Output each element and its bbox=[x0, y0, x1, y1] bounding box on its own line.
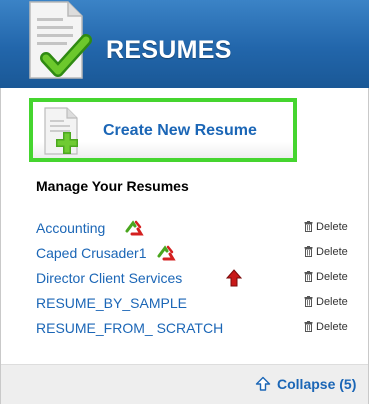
trash-icon bbox=[304, 246, 313, 260]
resume-document-checkmark-icon bbox=[24, 0, 102, 89]
create-new-resume-button[interactable]: Create New Resume bbox=[29, 98, 297, 162]
trash-icon bbox=[304, 221, 313, 235]
panel-footer: Collapse (5) bbox=[1, 364, 368, 404]
resume-link-resume-from-scratch[interactable]: RESUME_FROM_ SCRATCH bbox=[36, 320, 223, 336]
resumes-panel: Create New Resume Manage Your Resumes Ac… bbox=[0, 88, 369, 404]
trash-icon bbox=[304, 321, 313, 335]
page-title: RESUMES bbox=[106, 36, 232, 64]
delete-label: Delete bbox=[316, 246, 348, 258]
document-plus-icon bbox=[39, 106, 89, 161]
delete-button[interactable]: Delete bbox=[304, 321, 348, 335]
resume-row: Director Client Services Delete bbox=[36, 269, 358, 292]
create-new-resume-label: Create New Resume bbox=[103, 122, 257, 139]
recycle-arrows-icon bbox=[156, 244, 176, 267]
manage-resumes-heading: Manage Your Resumes bbox=[36, 178, 189, 194]
delete-label: Delete bbox=[316, 271, 348, 283]
delete-button[interactable]: Delete bbox=[304, 296, 348, 310]
delete-button[interactable]: Delete bbox=[304, 271, 348, 285]
trash-icon bbox=[304, 271, 313, 285]
delete-label: Delete bbox=[316, 296, 348, 308]
delete-button[interactable]: Delete bbox=[304, 221, 348, 235]
resume-row: Accounting Delete bbox=[36, 220, 358, 240]
resume-link-accounting[interactable]: Accounting bbox=[36, 220, 105, 236]
collapse-label: Collapse (5) bbox=[277, 376, 357, 392]
trash-icon bbox=[304, 296, 313, 310]
delete-button[interactable]: Delete bbox=[304, 246, 348, 260]
resume-link-resume-by-sample[interactable]: RESUME_BY_SAMPLE bbox=[36, 295, 187, 311]
delete-label: Delete bbox=[316, 321, 348, 333]
delete-label: Delete bbox=[316, 221, 348, 233]
resumes-header: RESUMES bbox=[0, 0, 369, 88]
resume-row: Caped Crusader1 Delete bbox=[36, 245, 358, 265]
resume-link-caped-crusader1[interactable]: Caped Crusader1 bbox=[36, 245, 147, 261]
up-arrow-outline-icon bbox=[255, 376, 271, 395]
resume-row: RESUME_BY_SAMPLE Delete bbox=[36, 295, 358, 315]
recycle-arrows-icon bbox=[124, 219, 144, 242]
red-up-arrow-icon bbox=[225, 269, 243, 292]
resume-row: RESUME_FROM_ SCRATCH Delete bbox=[36, 320, 358, 340]
collapse-button[interactable]: Collapse (5) bbox=[255, 376, 356, 395]
resume-link-director-client-services[interactable]: Director Client Services bbox=[36, 270, 182, 286]
